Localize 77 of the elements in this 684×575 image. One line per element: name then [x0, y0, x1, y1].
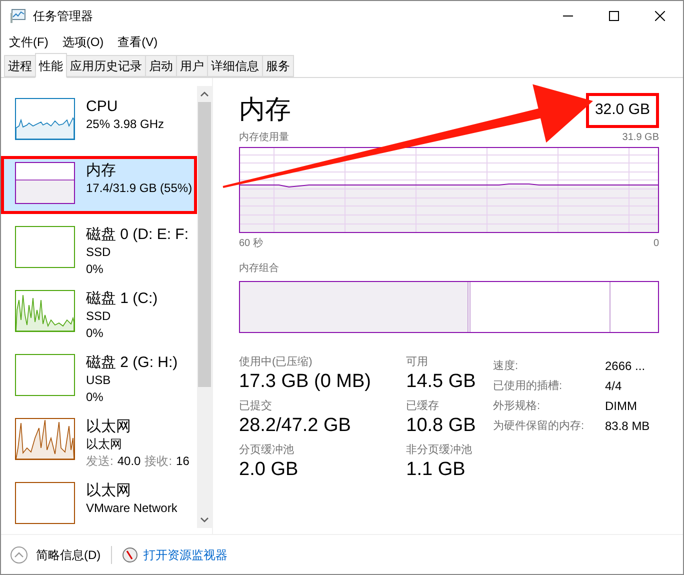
fewer-details-button[interactable]: 简略信息(D)	[36, 546, 101, 564]
item-title: CPU	[86, 98, 119, 116]
item-detail: 以太网	[86, 436, 123, 453]
chevron-up-icon[interactable]	[200, 91, 209, 97]
item-title: 磁盘 0 (D: E: F:	[86, 226, 189, 244]
property-key: 已使用的插槽:	[493, 376, 605, 396]
property-key: 外形规格:	[493, 396, 605, 416]
scrollbar-thumb[interactable]	[198, 102, 211, 387]
tab[interactable]: 性能	[35, 53, 67, 78]
stat-label: 分页缓冲池	[239, 442, 295, 456]
item-detail: USB	[86, 372, 112, 389]
chart-label: 内存组合	[239, 262, 280, 276]
sidebar-item[interactable]: 磁盘 2 (G: H:) USB 0%	[1, 348, 197, 406]
scrollbar[interactable]	[197, 86, 212, 528]
capacity-value: 32.0 GB	[586, 93, 659, 128]
item-detail: VMware Network	[86, 500, 178, 517]
sidebar-item[interactable]: 磁盘 1 (C:) SSD 0%	[1, 284, 197, 342]
property-value: 4/4	[605, 378, 623, 394]
traffic-value: 40.0	[117, 453, 141, 470]
stat-value: 28.2/47.2 GB	[239, 414, 352, 438]
item-title: 磁盘 1 (C:)	[86, 290, 158, 308]
maximize-icon	[609, 11, 619, 21]
stat-value: 17.3 GB (0 MB)	[239, 370, 372, 394]
item-detail: 25% 3.98 GHz	[86, 116, 164, 133]
item-detail: 0%	[86, 325, 104, 342]
monitor-icon	[10, 8, 26, 24]
menu-item[interactable]: 文件(F)	[9, 33, 48, 51]
stat-label: 已提交	[239, 398, 273, 412]
property-key: 速度:	[493, 356, 605, 376]
stat-value: 10.8 GB	[406, 414, 477, 438]
item-detail: SSD	[86, 308, 112, 325]
menu-item[interactable]: 选项(O)	[62, 33, 104, 51]
property-value: 2666 ...	[605, 358, 646, 374]
stat-label: 非分页缓冲池	[406, 442, 474, 456]
item-title: 内存	[86, 162, 117, 180]
item-detail: 0%	[86, 261, 104, 278]
tab[interactable]: 启动	[145, 55, 177, 77]
traffic-label: 发送:	[86, 453, 114, 470]
stat-value: 1.1 GB	[406, 458, 466, 482]
tab[interactable]: 服务	[262, 55, 294, 77]
traffic-label: 接收:	[144, 453, 172, 470]
property-value: DIMM	[605, 398, 638, 414]
tab[interactable]: 用户	[176, 55, 208, 77]
sidebar-item[interactable]: 以太网 VMware Network	[1, 476, 197, 534]
sidebar-item[interactable]: 磁盘 0 (D: E: F: SSD 0%	[1, 220, 197, 278]
resource-monitor-link[interactable]: 打开资源监视器	[144, 546, 228, 564]
sidebar-item[interactable]: 以太网 以太网 发送: 40.0 接收: 16	[1, 412, 197, 470]
tab[interactable]: 应用历史记录	[66, 55, 146, 77]
window-title: 任务管理器	[33, 8, 93, 25]
item-detail: SSD	[86, 244, 112, 261]
stat-value: 14.5 GB	[406, 370, 477, 394]
tab[interactable]: 进程	[4, 55, 36, 77]
item-title: 磁盘 2 (G: H:)	[86, 354, 178, 372]
chevron-down-icon[interactable]	[200, 517, 209, 523]
sidebar-item[interactable]: 内存 17.4/31.9 GB (55%)	[1, 156, 197, 214]
item-title: 以太网	[86, 418, 132, 436]
menu-item[interactable]: 查看(V)	[118, 33, 158, 51]
property-key: 为硬件保留的内存:	[493, 416, 605, 436]
traffic-value: 16	[176, 453, 190, 470]
chart-max: 31.9 GB	[622, 130, 659, 144]
stat-label: 可用	[406, 354, 430, 368]
close-icon	[655, 11, 665, 21]
chart-label: 内存使用量	[239, 130, 289, 144]
stat-value: 2.0 GB	[239, 458, 300, 482]
item-detail: 17.4/31.9 GB (55%)	[86, 180, 192, 197]
section-title: 内存	[239, 93, 291, 126]
tab[interactable]: 详细信息	[207, 55, 263, 77]
chevron-up-circle-icon[interactable]	[10, 546, 28, 564]
item-detail: 0%	[86, 389, 104, 406]
property-value: 83.8 MB	[605, 418, 650, 434]
stat-label: 使用中(已压缩)	[239, 354, 314, 368]
axis-label: 60 秒	[239, 236, 263, 250]
axis-label: 0	[653, 236, 659, 250]
item-title: 以太网	[86, 482, 132, 500]
gauge-icon	[122, 546, 138, 562]
stat-label: 已缓存	[406, 398, 440, 412]
sidebar-item[interactable]: CPU 25% 3.98 GHz	[1, 92, 197, 150]
